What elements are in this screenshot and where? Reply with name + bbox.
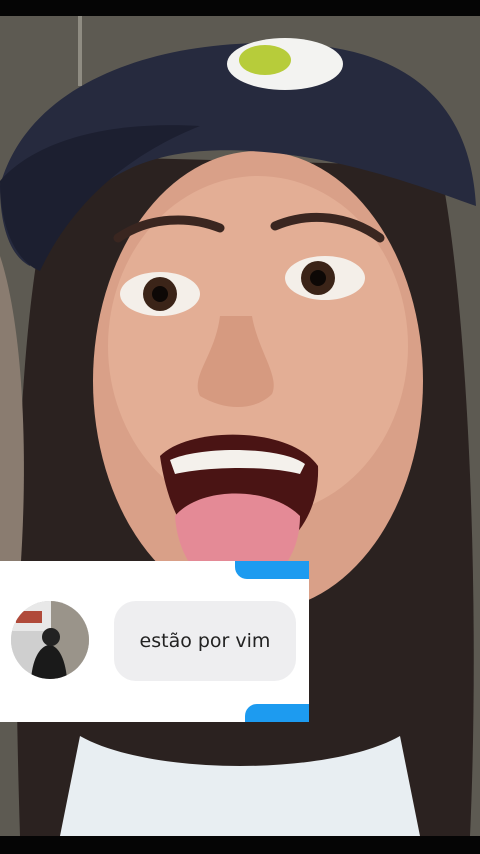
user-avatar[interactable] bbox=[11, 601, 89, 679]
card-corner-accent-bottom bbox=[245, 704, 309, 722]
message-bubble: estão por vim bbox=[114, 601, 296, 681]
card-corner-accent-top bbox=[235, 561, 309, 579]
top-status-bar bbox=[0, 0, 480, 16]
reply-card[interactable]: estão por vim bbox=[0, 561, 309, 722]
bottom-bar bbox=[0, 836, 480, 854]
avatar-image bbox=[11, 601, 89, 679]
